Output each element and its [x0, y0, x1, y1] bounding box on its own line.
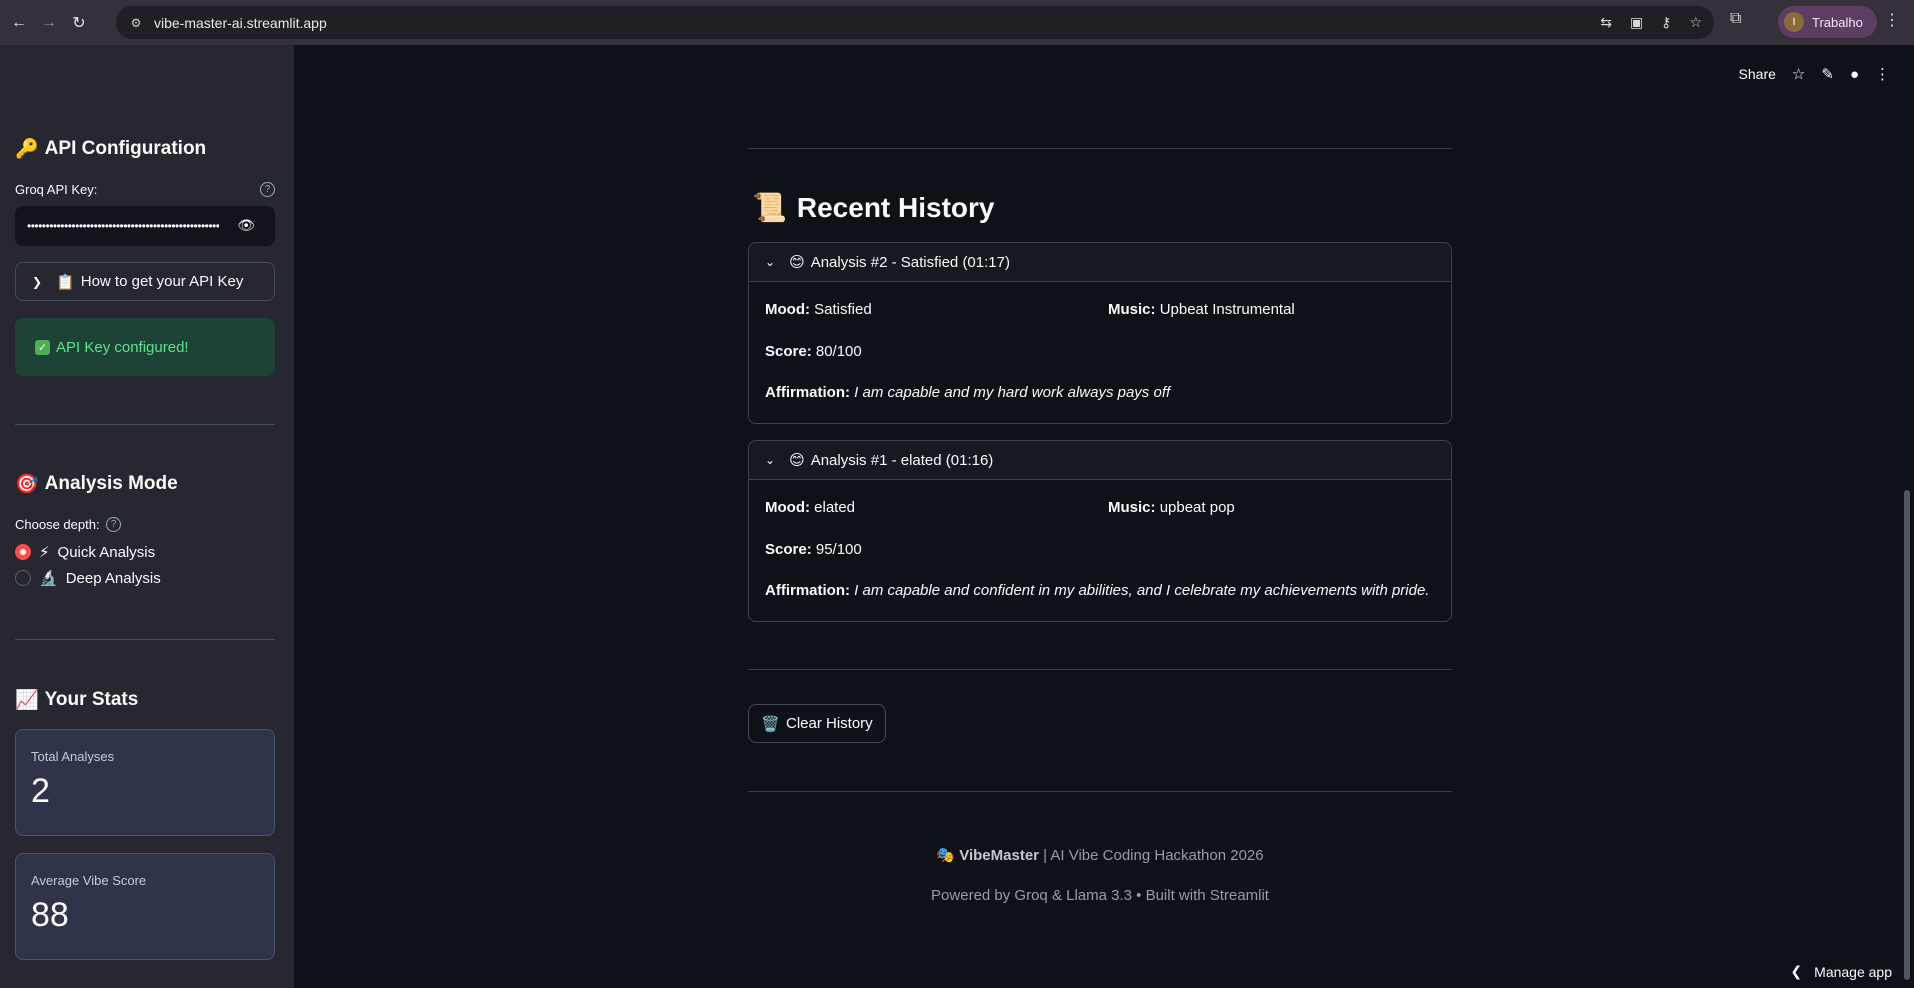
install-app-icon[interactable]: ▣	[1630, 14, 1643, 31]
affirmation-row: Affirmation: I am capable and my hard wo…	[765, 384, 1171, 401]
api-key-value: ••••••••••••••••••••••••••••••••••••••••…	[27, 219, 219, 233]
analysis-mode-heading: 🎯 Analysis Mode	[15, 473, 178, 495]
recent-history-heading: 📜 Recent History	[752, 191, 995, 224]
github-icon[interactable]: ●	[1850, 66, 1859, 83]
reload-icon[interactable]: ↻	[66, 10, 92, 36]
lightning-icon: ⚡	[39, 544, 50, 561]
success-alert: ✓ API Key configured!	[15, 318, 275, 376]
target-icon: 🎯	[15, 474, 39, 495]
star-icon[interactable]: ☆	[1792, 65, 1805, 83]
smile-icon: 😊	[789, 452, 805, 469]
metric-label: Total Analyses	[31, 749, 115, 764]
chevron-right-icon: ❯	[32, 274, 43, 289]
footer-powered-by: Powered by Groq & Llama 3.3 • Built with…	[931, 887, 1269, 904]
expander-label: How to get your API Key	[80, 273, 244, 290]
browser-menu-icon[interactable]: ⋮	[1884, 10, 1900, 30]
help-icon[interactable]: ?	[106, 517, 121, 532]
microscope-icon: 🔬	[39, 570, 58, 587]
expander-header[interactable]: ⌄ 😊 Analysis #2 - Satisfied (01:17)	[749, 243, 1451, 282]
metric-average-vibe-score: Average Vibe Score 88	[15, 853, 275, 960]
clipboard-icon: 📋	[56, 273, 75, 291]
metric-value: 2	[31, 772, 50, 810]
history-entry-2: ⌄ 😊 Analysis #2 - Satisfied (01:17) Mood…	[748, 242, 1452, 424]
radio-deep-analysis[interactable]: 🔬 Deep Analysis	[15, 569, 161, 587]
api-key-input[interactable]: ••••••••••••••••••••••••••••••••••••••••…	[15, 206, 275, 246]
button-label: Clear History	[786, 715, 873, 732]
depth-label: Choose depth:	[15, 517, 100, 532]
back-arrow-icon[interactable]: ←	[6, 10, 32, 36]
mood-row: Mood: Satisfied	[765, 301, 872, 318]
history-entry-1: ⌄ 😊 Analysis #1 - elated (01:16) Mood: e…	[748, 440, 1452, 622]
chevron-down-icon: ⌄	[765, 453, 776, 467]
clear-history-button[interactable]: 🗑️ Clear History	[748, 704, 886, 743]
profile-button[interactable]: I Trabalho	[1778, 6, 1877, 38]
radio-quick-analysis[interactable]: ⚡ Quick Analysis	[15, 543, 155, 561]
footer-credits: 🎭 VibeMaster | AI Vibe Coding Hackathon …	[748, 846, 1452, 864]
show-password-eye-icon[interactable]: 👁	[237, 217, 255, 234]
share-button[interactable]: Share	[1739, 66, 1776, 82]
score-row: Score: 80/100	[765, 343, 862, 360]
help-icon[interactable]: ?	[260, 182, 275, 197]
trash-icon: 🗑️	[761, 715, 780, 733]
divider	[15, 639, 275, 640]
masks-icon: 🎭	[936, 847, 956, 864]
bookmark-star-icon[interactable]: ☆	[1689, 14, 1702, 31]
scrollbar[interactable]	[1904, 490, 1910, 980]
address-bar[interactable]: ⚙ vibe-master-ai.streamlit.app ⇆ ▣ ⚷ ☆	[116, 6, 1714, 39]
manage-app-label: Manage app	[1814, 963, 1892, 980]
how-to-api-key-expander[interactable]: ❯ 📋 How to get your API Key	[15, 262, 275, 301]
metric-total-analyses: Total Analyses 2	[15, 729, 275, 836]
more-menu-icon[interactable]: ⋮	[1875, 65, 1890, 83]
music-row: Music: upbeat pop	[1108, 499, 1235, 516]
radio-unselected-icon[interactable]	[15, 570, 31, 586]
check-icon: ✓	[35, 339, 50, 355]
divider	[748, 148, 1452, 149]
edit-pencil-icon[interactable]: ✎	[1821, 65, 1834, 83]
url-text: vibe-master-ai.streamlit.app	[154, 14, 327, 31]
footer-event: | AI Vibe Coding Hackathon 2026	[1039, 847, 1264, 864]
manage-app-button[interactable]: ❮ Manage app	[1790, 963, 1892, 980]
translate-icon[interactable]: ⇆	[1600, 14, 1612, 31]
metric-label: Average Vibe Score	[31, 873, 147, 888]
avatar: I	[1784, 12, 1804, 32]
radio-label: Deep Analysis	[65, 569, 161, 587]
api-config-heading: 🔑 API Configuration	[15, 138, 207, 160]
music-row: Music: Upbeat Instrumental	[1108, 301, 1295, 318]
browser-toolbar: ← → ↻ ⚙ vibe-master-ai.streamlit.app ⇆ ▣…	[0, 0, 1914, 45]
api-key-label: Groq API Key:	[15, 182, 98, 197]
footer-brand: VibeMaster	[959, 847, 1039, 864]
chevron-left-icon: ❮	[1790, 963, 1803, 979]
mood-row: Mood: elated	[765, 499, 856, 516]
radio-label: Quick Analysis	[57, 543, 156, 561]
sidebar: 🔑 API Configuration Groq API Key: ? ••••…	[0, 45, 294, 988]
divider	[748, 791, 1452, 792]
scroll-icon: 📜	[752, 192, 787, 223]
entry-title: Analysis #2 - Satisfied (01:17)	[810, 253, 1010, 271]
extensions-puzzle-icon[interactable]: ⧉	[1730, 10, 1741, 28]
metric-value: 88	[31, 896, 69, 934]
chevron-down-icon: ⌄	[765, 255, 776, 269]
forward-arrow-icon[interactable]: →	[36, 10, 62, 36]
main-content: Share ☆ ✎ ● ⋮ 📜 Recent History ⌄ 😊 Analy…	[294, 45, 1914, 988]
profile-name: Trabalho	[1812, 14, 1863, 30]
score-row: Score: 95/100	[765, 541, 862, 558]
chart-up-icon: 📈	[15, 690, 39, 711]
expander-header[interactable]: ⌄ 😊 Analysis #1 - elated (01:16)	[749, 441, 1451, 480]
divider	[748, 669, 1452, 670]
entry-title: Analysis #1 - elated (01:16)	[810, 451, 994, 469]
app-toolbar: Share ☆ ✎ ● ⋮	[1739, 65, 1890, 84]
radio-selected-icon[interactable]	[15, 544, 31, 560]
smile-icon: 😊	[789, 254, 805, 271]
divider	[15, 424, 275, 425]
site-info-icon[interactable]: ⚙	[126, 13, 146, 33]
affirmation-row: Affirmation: I am capable and confident …	[765, 582, 1430, 599]
password-key-icon[interactable]: ⚷	[1661, 14, 1671, 31]
success-text: API Key configured!	[56, 338, 189, 356]
your-stats-heading: 📈 Your Stats	[15, 689, 139, 711]
key-icon: 🔑	[15, 139, 39, 160]
